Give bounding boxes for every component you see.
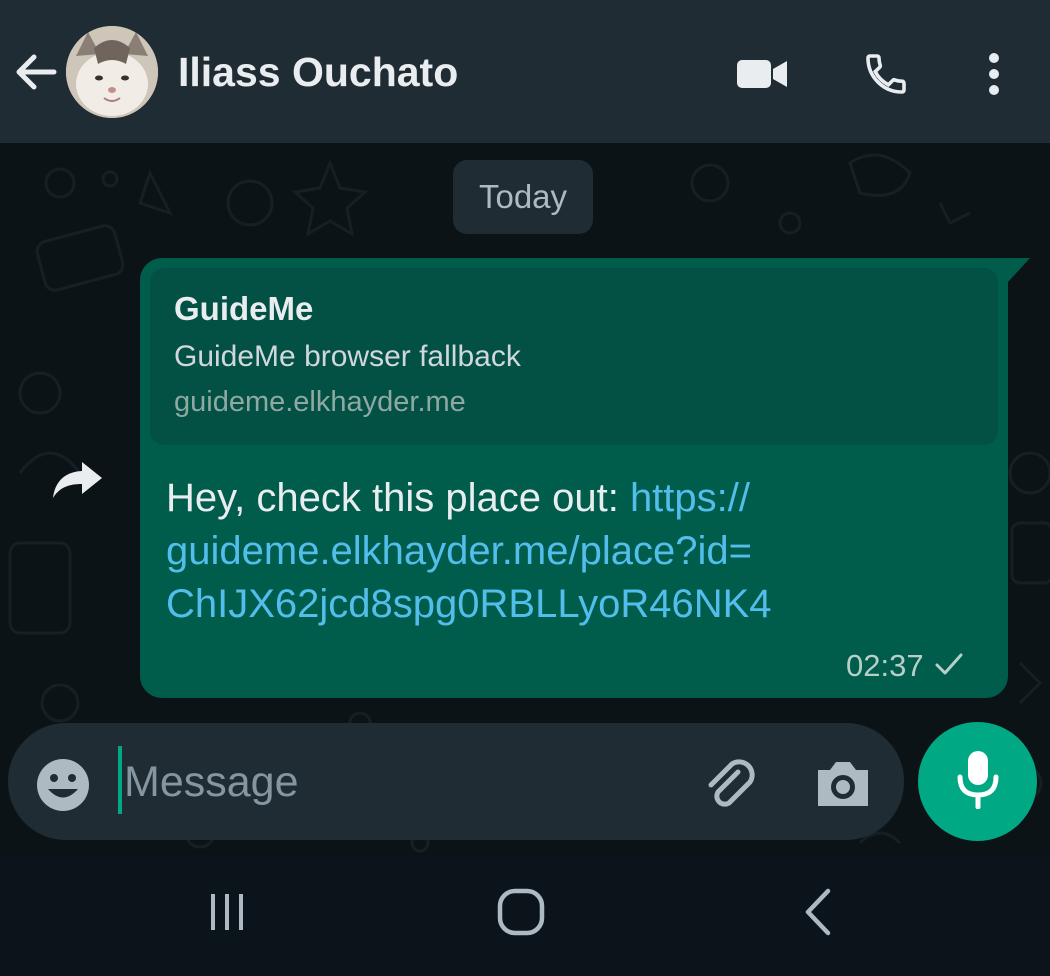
contact-name[interactable]: Iliass Ouchato: [178, 46, 458, 98]
bubble-tail: [1004, 258, 1030, 282]
link-preview-card[interactable]: GuideMe GuideMe browser fallback guideme…: [150, 268, 998, 445]
chat-header: Iliass Ouchato: [0, 0, 1050, 143]
message-time: 02:37: [846, 648, 924, 683]
link-preview-description: GuideMe browser fallback: [174, 340, 521, 373]
contact-avatar[interactable]: [66, 26, 158, 118]
video-call-icon[interactable]: [732, 44, 792, 104]
recents-icon[interactable]: [192, 880, 262, 944]
microphone-icon: [956, 749, 1000, 814]
forward-icon[interactable]: [50, 458, 106, 502]
link-preview-title: GuideMe: [174, 290, 314, 327]
emoji-icon[interactable]: [34, 756, 92, 814]
back-arrow-icon[interactable]: [12, 48, 60, 96]
message-text: Hey, check this place out: https:// guid…: [166, 472, 866, 631]
home-icon[interactable]: [486, 880, 556, 944]
nav-back-icon[interactable]: [782, 880, 852, 944]
message-link-line2[interactable]: guideme.elkhayder.me/place?id=: [166, 529, 752, 573]
microphone-button[interactable]: [918, 722, 1037, 841]
paperclip-icon[interactable]: [700, 754, 760, 814]
message-link[interactable]: https://: [630, 476, 750, 520]
message-meta: 02:37: [846, 648, 964, 684]
message-link-line3[interactable]: ChIJX62jcd8spg0RBLLyoR46NK4: [166, 582, 772, 626]
link-preview-domain: guideme.elkhayder.me: [174, 386, 466, 418]
message-input[interactable]: [124, 752, 664, 812]
camera-icon[interactable]: [812, 754, 874, 814]
single-check-icon: [934, 648, 964, 684]
message-text-prefix: Hey, check this place out:: [166, 476, 630, 520]
date-separator: Today: [453, 160, 593, 234]
voice-call-icon[interactable]: [856, 44, 916, 104]
more-options-icon[interactable]: [964, 44, 1024, 104]
text-cursor: [118, 746, 122, 814]
